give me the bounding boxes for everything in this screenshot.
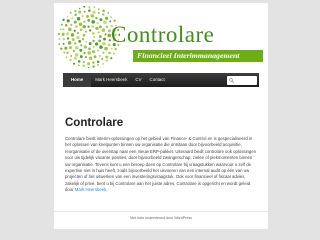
- main-content: Controlare Controlare biedt interim-oplo…: [65, 116, 258, 194]
- nav-item-contact[interactable]: Contact: [146, 73, 169, 87]
- site-tagline: Financieel Interimmanagement: [137, 51, 240, 60]
- search-input[interactable]: [227, 75, 257, 85]
- site-tagline-bar: Financieel Interimmanagement: [133, 50, 263, 62]
- search-icon[interactable]: [229, 77, 234, 83]
- site-title[interactable]: Controlare: [111, 22, 214, 48]
- footer-credit-link[interactable]: Met trots ondersteund door WordPress: [54, 212, 268, 224]
- page-body-text: Controlare biedt interim-oplossingen op …: [65, 136, 258, 194]
- nav-item-cv[interactable]: CV: [131, 73, 145, 87]
- site-header: Controlare Financieel Interimmanagement: [54, 3, 268, 71]
- page-body-end: .: [106, 187, 108, 193]
- page-body-main: Controlare biedt interim-oplossingen op …: [65, 136, 257, 193]
- page-title: Controlare: [65, 117, 124, 129]
- main-navigation: Home Mark Heersbeek CV Contact: [63, 73, 259, 87]
- nav-item-mark-heersbeek[interactable]: Mark Heersbeek: [91, 73, 131, 87]
- mark-heersbeek-link[interactable]: Mark Heersbeek: [75, 187, 107, 192]
- nav-item-home[interactable]: Home: [63, 73, 92, 87]
- page: Controlare Financieel Interimmanagement …: [54, 3, 268, 229]
- site-footer: Met trots ondersteund door WordPress: [54, 211, 268, 229]
